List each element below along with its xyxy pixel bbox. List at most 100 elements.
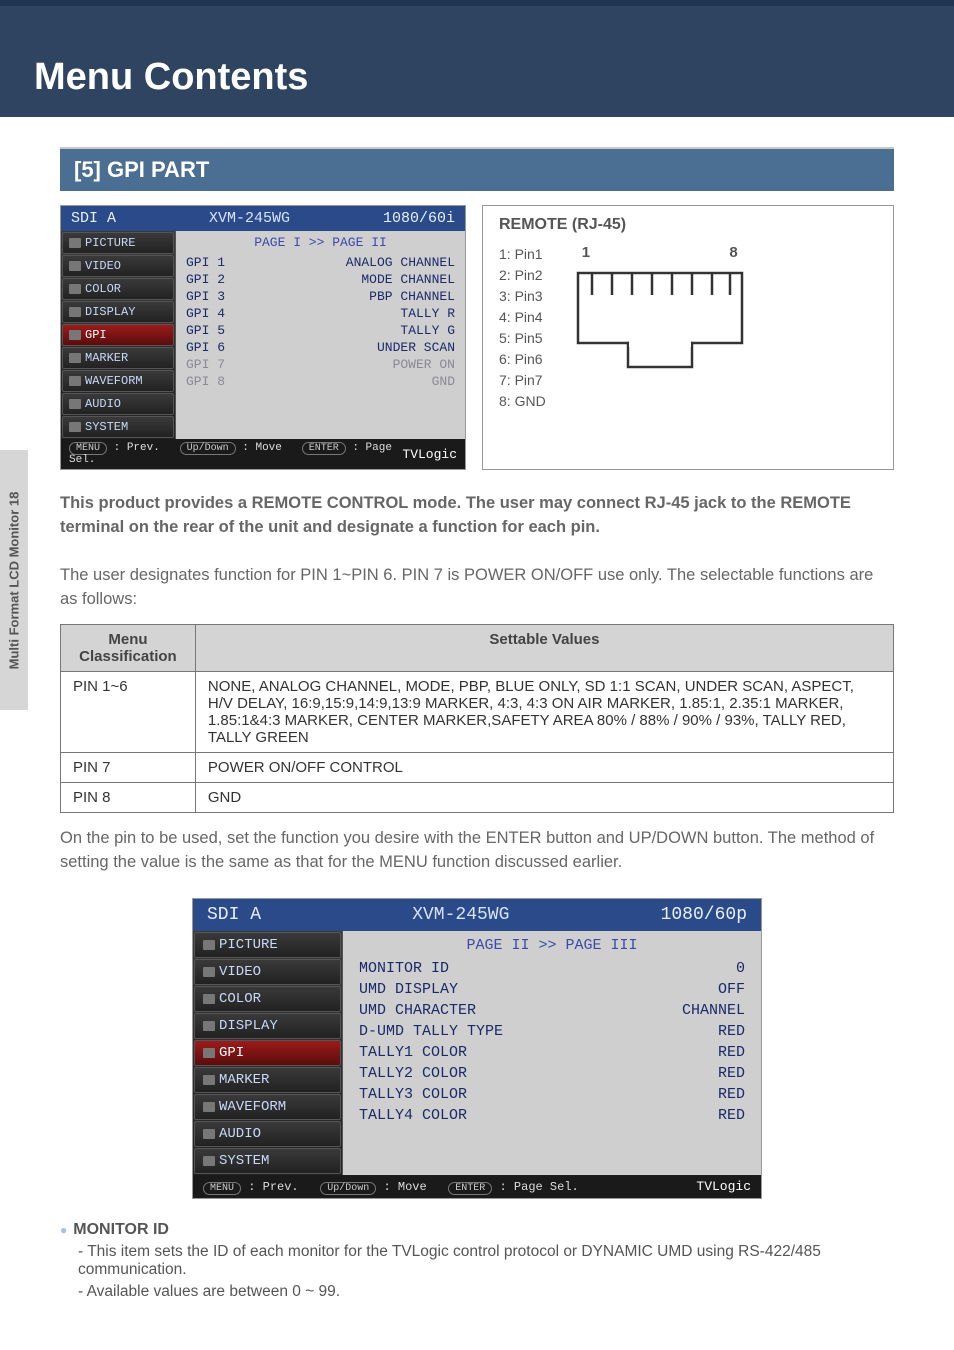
osd-menu-label: VIDEO <box>85 259 121 273</box>
osd-row-label: D-UMD TALLY TYPE <box>359 1023 503 1040</box>
osd-row-value: RED <box>718 1107 745 1124</box>
osd1-header: SDI A XVM-245WG 1080/60i <box>61 206 465 231</box>
osd-setting-row[interactable]: GPI 7 POWER ON <box>184 356 457 373</box>
osd-setting-row[interactable]: TALLY4 COLORRED <box>355 1105 749 1126</box>
osd-setting-row[interactable]: TALLY3 COLORRED <box>355 1084 749 1105</box>
osd-menu-item-picture[interactable]: PICTURE <box>194 932 341 958</box>
osd-menu-item-audio[interactable]: AUDIO <box>194 1121 341 1147</box>
osd-menu-item-system[interactable]: SYSTEM <box>62 416 174 438</box>
osd-menu-label: MARKER <box>85 351 128 365</box>
table-row: PIN 1~6NONE, ANALOG CHANNEL, MODE, PBP, … <box>61 671 894 752</box>
osd-setting-row[interactable]: GPI 5 TALLY G <box>184 322 457 339</box>
osd-row-value: PBP CHANNEL <box>369 289 455 304</box>
gpi-icon <box>203 1048 215 1058</box>
osd-row-label: GPI 5 <box>186 323 225 338</box>
osd-row-label: GPI 7 <box>186 357 225 372</box>
osd-menu-item-color[interactable]: COLOR <box>194 986 341 1012</box>
osd-menu-item-audio[interactable]: AUDIO <box>62 393 174 415</box>
osd-row-value: TALLY G <box>400 323 455 338</box>
osd-row-value: TALLY R <box>400 306 455 321</box>
osd1-foot-move: : Move <box>242 442 282 454</box>
system-icon <box>203 1156 215 1166</box>
osd-setting-row[interactable]: TALLY1 COLORRED <box>355 1042 749 1063</box>
osd1-foot-logo: TVLogic <box>402 447 457 462</box>
osd2-head-right: 1080/60p <box>661 905 747 925</box>
osd1-main: PAGE I >> PAGE II GPI 1ANALOG CHANNELGPI… <box>176 231 465 439</box>
osd-menu-item-display[interactable]: DISPLAY <box>62 301 174 323</box>
waveform-icon <box>203 1102 215 1112</box>
osd-menu-item-video[interactable]: VIDEO <box>62 255 174 277</box>
osd-setting-row[interactable]: D-UMD TALLY TYPERED <box>355 1021 749 1042</box>
osd-setting-row[interactable]: MONITOR ID0 <box>355 958 749 979</box>
table-cell-values: GND <box>195 782 893 812</box>
osd-row-label: TALLY3 COLOR <box>359 1086 467 1103</box>
osd-menu-item-waveform[interactable]: WAVEFORM <box>62 370 174 392</box>
osd-menu-item-color[interactable]: COLOR <box>62 278 174 300</box>
osd-row-value: MODE CHANNEL <box>361 272 455 287</box>
osd-row-label: GPI 1 <box>186 255 225 270</box>
osd-menu-item-marker[interactable]: MARKER <box>62 347 174 369</box>
osd-menu-item-gpi[interactable]: GPI <box>194 1040 341 1066</box>
osd-setting-row[interactable]: GPI 4 TALLY R <box>184 305 457 322</box>
rj45-pin1-label: 1 <box>582 244 590 261</box>
settings-table: Menu Classification Settable Values PIN … <box>60 624 894 813</box>
page-title: Menu Contents <box>0 56 954 117</box>
osd-menu-item-waveform[interactable]: WAVEFORM <box>194 1094 341 1120</box>
rj45-connector-icon: 1 8 <box>570 244 750 374</box>
osd2-wrap: SDI A XVM-245WG 1080/60p PICTUREVIDEOCOL… <box>60 898 894 1199</box>
video-icon <box>203 967 215 977</box>
osd-row-value: POWER ON <box>393 357 455 372</box>
monitor-id-line1: - This item sets the ID of each monitor … <box>78 1243 894 1279</box>
osd-setting-row[interactable]: GPI 2MODE CHANNEL <box>184 271 457 288</box>
osd-setting-row[interactable]: GPI 1ANALOG CHANNEL <box>184 254 457 271</box>
table-cell-values: NONE, ANALOG CHANNEL, MODE, PBP, BLUE ON… <box>195 671 893 752</box>
osd-menu-item-system[interactable]: SYSTEM <box>194 1148 341 1174</box>
osd-row-label: GPI 6 <box>186 340 225 355</box>
osd-menu-label: SYSTEM <box>219 1153 269 1169</box>
osd-menu-label: MARKER <box>219 1072 269 1088</box>
osd-menu-item-marker[interactable]: MARKER <box>194 1067 341 1093</box>
osd1-foot-prev: : Prev. <box>114 442 160 454</box>
osd-setting-row[interactable]: GPI 3PBP CHANNEL <box>184 288 457 305</box>
osd-row-label: TALLY1 COLOR <box>359 1044 467 1061</box>
desc-body: The user designates function for PIN 1~P… <box>60 564 894 612</box>
top-stripe <box>0 0 954 56</box>
osd-row-value: RED <box>718 1065 745 1082</box>
osd1-body: PICTURE VIDEO COLOR DISPLAY GPI MARKER WAVEFOR… <box>61 231 465 439</box>
osd-row-value: OFF <box>718 981 745 998</box>
video-icon <box>69 261 81 271</box>
audio-icon <box>69 399 81 409</box>
remote-pin-list: 1: Pin12: Pin23: Pin34: Pin45: Pin56: Pi… <box>499 244 546 412</box>
osd-setting-row[interactable]: TALLY2 COLOR RED <box>355 1063 749 1084</box>
osd-menu-label: WAVEFORM <box>219 1099 286 1115</box>
remote-pin-entry: 1: Pin1 <box>499 244 546 265</box>
osd-menu-item-picture[interactable]: PICTURE <box>62 232 174 254</box>
osd-menu-item-gpi[interactable]: GPI <box>62 324 174 346</box>
osd-setting-row[interactable]: UMD CHARACTERCHANNEL <box>355 1000 749 1021</box>
osd-menu-item-video[interactable]: VIDEO <box>194 959 341 985</box>
monitor-id-line2: - Available values are between 0 ~ 99. <box>78 1283 894 1301</box>
osd-row-value: 0 <box>736 960 745 977</box>
osd-row-label: GPI 4 <box>186 306 225 321</box>
osd1-head-center: XVM-245WG <box>116 210 383 227</box>
osd2-menu: PICTUREVIDEOCOLORDISPLAY GPI MARKER WAVEFOR… <box>193 931 343 1175</box>
osd-setting-row[interactable]: UMD DISPLAYOFF <box>355 979 749 1000</box>
osd2-foot-enter-pill: ENTER <box>448 1182 492 1195</box>
osd-menu-label: SYSTEM <box>85 420 128 434</box>
osd-setting-row[interactable]: GPI 6UNDER SCAN <box>184 339 457 356</box>
osd2-foot-menu-pill: MENU <box>203 1182 241 1195</box>
osd2-head-center: XVM-245WG <box>261 905 661 925</box>
table-row: PIN 8GND <box>61 782 894 812</box>
remote-pin-entry: 7: Pin7 <box>499 370 546 391</box>
osd-menu-label: COLOR <box>85 282 121 296</box>
table-head-1: Menu Classification <box>61 624 196 671</box>
picture-icon <box>69 238 81 248</box>
osd-menu-label: AUDIO <box>85 397 121 411</box>
osd-menu-item-display[interactable]: DISPLAY <box>194 1013 341 1039</box>
osd-row-label: TALLY2 COLOR <box>359 1065 467 1082</box>
osd-menu-label: GPI <box>85 328 107 342</box>
bullet-dot-icon: ● <box>60 1223 67 1237</box>
osd1-main-header: PAGE I >> PAGE II <box>184 235 457 250</box>
osd-menu-label: GPI <box>219 1045 244 1061</box>
osd-setting-row[interactable]: GPI 8GND <box>184 373 457 390</box>
